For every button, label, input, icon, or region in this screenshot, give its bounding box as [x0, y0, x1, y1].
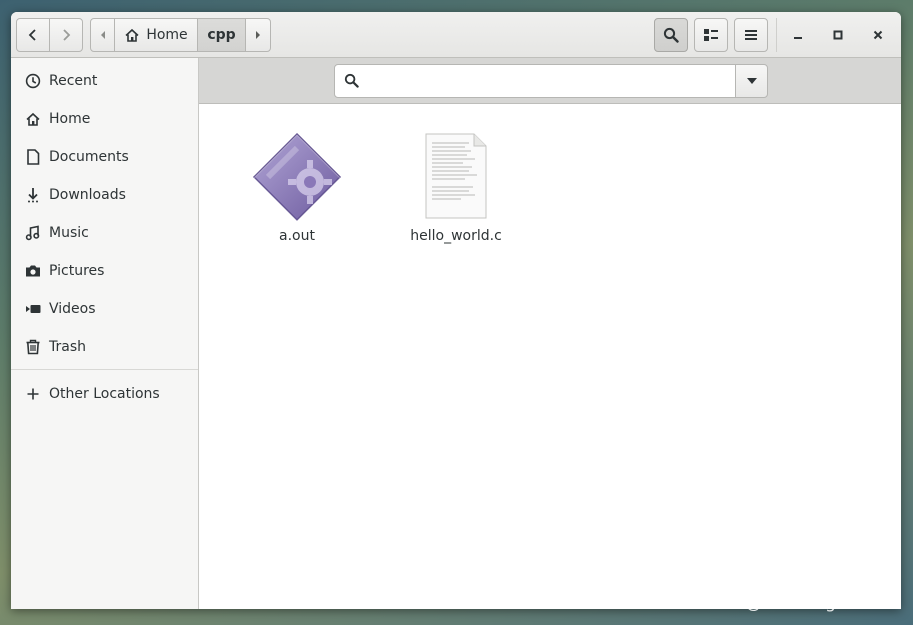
home-icon [24, 110, 42, 128]
menu-button[interactable] [734, 18, 768, 52]
sidebar-item-downloads[interactable]: Downloads [11, 176, 199, 214]
sidebar-item-label: Music [49, 225, 89, 241]
search-input[interactable] [367, 71, 731, 93]
download-icon [24, 186, 42, 204]
sidebar-item-home[interactable]: Home [11, 100, 199, 138]
sidebar-item-documents[interactable]: Documents [11, 138, 199, 176]
sidebar-item-label: Videos [49, 301, 96, 317]
arrow-left-icon [100, 31, 105, 39]
places-sidebar: Recent Home Documents Downloads Music Pi… [11, 58, 199, 609]
minimize-button[interactable] [781, 18, 815, 52]
sidebar-item-label: Trash [49, 339, 86, 355]
header-bar: Home cpp [11, 12, 901, 58]
file-item-a-out[interactable]: a.out [227, 118, 367, 244]
breadcrumb: Home cpp [90, 18, 271, 52]
history-navigation [16, 18, 84, 52]
document-icon [24, 148, 42, 166]
sidebar-item-trash[interactable]: Trash [11, 328, 199, 366]
file-item-hello-world-c[interactable]: hello_world.c [386, 118, 526, 244]
search-entry [334, 64, 736, 98]
search-icon [663, 27, 679, 43]
view-options-button[interactable] [694, 18, 728, 52]
minimize-icon [794, 37, 802, 39]
chevron-down-icon [746, 78, 757, 84]
text-file-icon [425, 133, 487, 219]
sidebar-item-label: Pictures [49, 263, 105, 279]
header-separator [776, 18, 777, 52]
chevron-right-icon [63, 29, 71, 41]
forward-button[interactable] [49, 18, 83, 52]
breadcrumb-scroll-right-button[interactable] [245, 18, 271, 52]
breadcrumb-home[interactable]: Home [114, 18, 198, 52]
sidebar-item-label: Downloads [49, 187, 126, 203]
search-toggle-button[interactable] [654, 18, 688, 52]
file-name: hello_world.c [410, 228, 502, 244]
breadcrumb-current-label: cpp [207, 27, 236, 43]
sidebar-item-label: Recent [49, 73, 98, 89]
breadcrumb-scroll-left-button[interactable] [90, 18, 115, 52]
video-icon [24, 300, 42, 318]
list-view-icon [704, 29, 718, 41]
trash-icon [24, 338, 42, 356]
home-icon [125, 28, 139, 42]
file-manager-window: Home cpp Recent Home Documents Downloads… [11, 12, 901, 609]
sidebar-item-videos[interactable]: Videos [11, 290, 199, 328]
camera-icon [24, 262, 42, 280]
search-icon [344, 73, 359, 92]
sidebar-item-other-locations[interactable]: Other Locations [11, 375, 199, 413]
plus-icon [24, 385, 42, 403]
watermark: CSDN @dontforget1012 [690, 593, 898, 613]
executable-icon [252, 132, 342, 222]
file-view: a.out hello_world.c [199, 104, 901, 609]
back-button[interactable] [16, 18, 50, 52]
sidebar-item-label: Home [49, 111, 91, 127]
search-bar [199, 58, 901, 104]
sidebar-item-label: Other Locations [49, 386, 160, 402]
sidebar-item-pictures[interactable]: Pictures [11, 252, 199, 290]
maximize-icon [833, 30, 843, 40]
hamburger-menu-icon [745, 30, 757, 40]
sidebar-separator [11, 369, 198, 370]
breadcrumb-home-label: Home [146, 27, 188, 43]
chevron-left-icon [28, 29, 36, 41]
search-options-dropdown-button[interactable] [735, 64, 768, 98]
breadcrumb-current[interactable]: cpp [197, 18, 246, 52]
file-name: a.out [279, 228, 315, 244]
clock-icon [24, 72, 42, 90]
maximize-button[interactable] [821, 18, 855, 52]
arrow-right-icon [256, 31, 260, 39]
close-button[interactable] [861, 18, 895, 52]
sidebar-item-recent[interactable]: Recent [11, 62, 199, 100]
close-icon [873, 30, 883, 40]
sidebar-item-label: Documents [49, 149, 129, 165]
music-icon [24, 224, 42, 242]
sidebar-item-music[interactable]: Music [11, 214, 199, 252]
